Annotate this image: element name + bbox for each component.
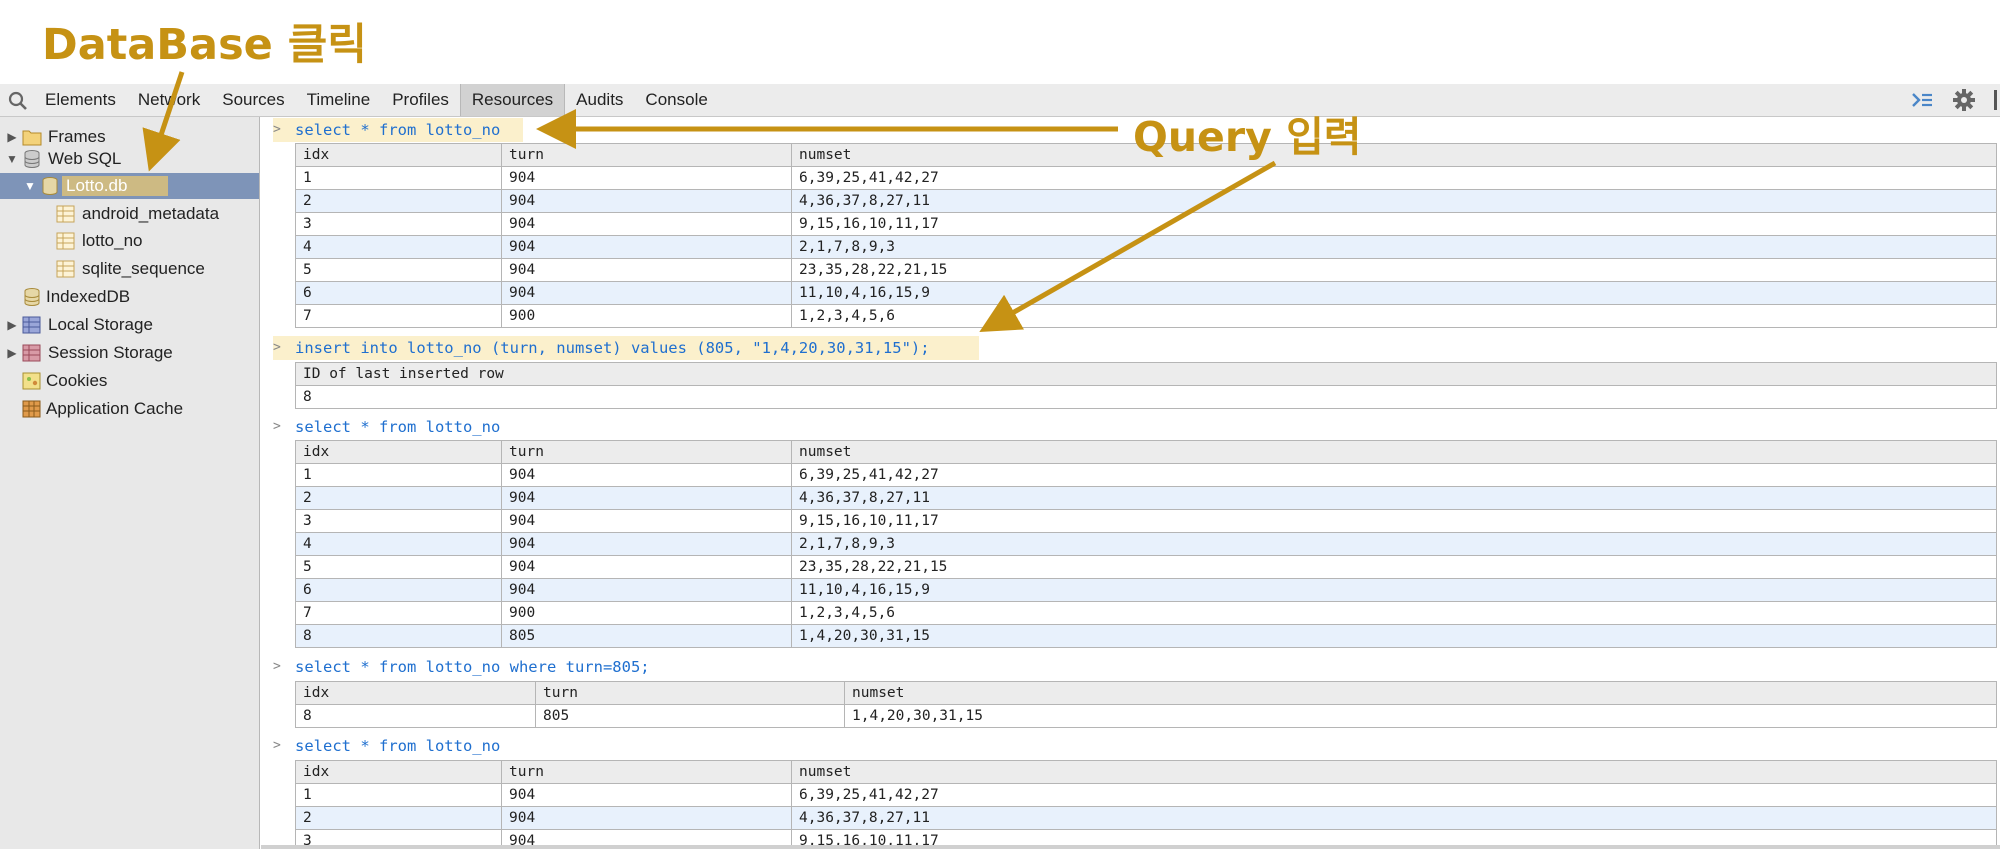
folder-icon [22, 130, 42, 146]
console-drawer-icon[interactable] [1910, 88, 1934, 112]
table-row: 2 904 4,36,37,8,27,11 [295, 806, 1997, 830]
tab-profiles[interactable]: Profiles [381, 84, 460, 116]
sidebar-item-application-cache[interactable]: Application Cache [0, 396, 259, 422]
table-row: 8 805 1,4,20,30,31,15 [295, 624, 1997, 648]
sidebar-item-cookies[interactable]: Cookies [0, 368, 259, 394]
tab-network[interactable]: Network [127, 84, 211, 116]
table-header-row: idx turn numset [295, 760, 1997, 784]
bottom-border [261, 845, 2000, 849]
table-row: 6 904 11,10,4,16,15,9 [295, 281, 1997, 305]
dock-icon[interactable] [1994, 90, 1997, 110]
storage-grid-icon [22, 344, 41, 362]
query-console[interactable]: > select * from lotto_no idx turn numset… [261, 117, 2000, 849]
table-row: 1 904 6,39,25,41,42,27 [295, 783, 1997, 807]
table-row: 7 900 1,2,3,4,5,6 [295, 304, 1997, 328]
cookie-icon [22, 372, 41, 390]
query-result-table: idx turn numset 1 904 6,39,25,41,42,27 2 90… [295, 760, 1997, 849]
collapse-triangle-icon[interactable]: ▼ [6, 146, 18, 172]
annotation-query-input: Query 입력 [1133, 113, 1362, 161]
prompt-chevron-icon: > [273, 419, 281, 434]
prompt-chevron-icon: > [273, 340, 281, 355]
app-cache-icon [22, 400, 41, 418]
expand-triangle-icon[interactable]: ▶ [6, 312, 18, 338]
table-row: 5 904 23,35,28,22,21,15 [295, 555, 1997, 579]
table-row: 8 805 1,4,20,30,31,15 [295, 704, 1997, 728]
query-result-table: idx turn numset 1 904 6,39,25,41,42,27 2 90… [295, 143, 1997, 328]
table-row: 7 900 1,2,3,4,5,6 [295, 601, 1997, 625]
table-row: 1 904 6,39,25,41,42,27 [295, 166, 1997, 190]
table-row: 4 904 2,1,7,8,9,3 [295, 532, 1997, 556]
table-row: 3 904 9,15,16,10,11,17 [295, 509, 1997, 533]
table-row: 5 904 23,35,28,22,21,15 [295, 258, 1997, 282]
sidebar-item-lotto-no[interactable]: lotto_no [0, 228, 259, 254]
tab-elements[interactable]: Elements [34, 84, 127, 116]
query-command: > select * from lotto_no [261, 415, 2000, 439]
expand-triangle-icon[interactable]: ▶ [6, 340, 18, 366]
table-header-row: idx turn numset [295, 681, 1997, 705]
table-row: 8 [295, 385, 1997, 409]
gear-icon[interactable] [1952, 88, 1976, 112]
table-row: 3 904 9,15,16,10,11,17 [295, 212, 1997, 236]
table-row: 2 904 4,36,37,8,27,11 [295, 189, 1997, 213]
query-command: > select * from lotto_no [261, 118, 2000, 142]
table-row: 2 904 4,36,37,8,27,11 [295, 486, 1997, 510]
table-icon [56, 205, 75, 223]
table-header-row: idx turn numset [295, 440, 1997, 464]
table-row: 1 904 6,39,25,41,42,27 [295, 463, 1997, 487]
sidebar-item-lotto-db[interactable]: ▼ Lotto.db [0, 173, 259, 199]
annotation-database-click: DataBase 클릭 [42, 20, 367, 70]
prompt-chevron-icon: > [273, 738, 281, 753]
panel-tabs: Elements Network Sources Timeline Profil… [34, 84, 719, 116]
sidebar-item-indexeddb[interactable]: IndexedDB [0, 284, 259, 310]
database-icon [42, 177, 58, 195]
storage-grid-icon [22, 316, 41, 334]
search-icon[interactable] [7, 90, 29, 112]
table-icon [56, 232, 75, 250]
table-icon [56, 260, 75, 278]
query-command: > insert into lotto_no (turn, numset) va… [261, 336, 2000, 360]
tab-sources[interactable]: Sources [211, 84, 295, 116]
collapse-triangle-icon[interactable]: ▼ [24, 173, 36, 199]
sidebar-item-sqlite-sequence[interactable]: sqlite_sequence [0, 256, 259, 282]
query-result-table: idx turn numset 1 904 6,39,25,41,42,27 2 90… [295, 440, 1997, 648]
table-header-row: ID of last inserted row [295, 362, 1997, 386]
table-row: 4 904 2,1,7,8,9,3 [295, 235, 1997, 259]
sidebar-item-local-storage[interactable]: ▶ Local Storage [0, 312, 259, 338]
sidebar-item-android-metadata[interactable]: android_metadata [0, 201, 259, 227]
query-command: > select * from lotto_no [261, 734, 2000, 758]
database-icon [24, 288, 40, 306]
sidebar-item-session-storage[interactable]: ▶ Session Storage [0, 340, 259, 366]
annotation-area: DataBase 클릭 [0, 0, 2000, 84]
query-command: > select * from lotto_no where turn=805; [261, 655, 2000, 679]
query-result-table: ID of last inserted row 8 [295, 362, 1997, 409]
query-result-table: idx turn numset 8 805 1,4,20,30,31,15 [295, 681, 1997, 728]
sidebar-item-web-sql[interactable]: ▼ Web SQL [0, 146, 259, 172]
database-icon [24, 150, 40, 168]
tab-resources[interactable]: Resources [459, 84, 566, 116]
tab-audits[interactable]: Audits [565, 84, 634, 116]
table-row: 6 904 11,10,4,16,15,9 [295, 578, 1997, 602]
resources-sidebar: ▶ Frames ▼ Web SQL ▼ Lotto.db android_me… [0, 117, 260, 849]
prompt-chevron-icon: > [273, 659, 281, 674]
tab-console[interactable]: Console [634, 84, 718, 116]
devtools-toolbar: Elements Network Sources Timeline Profil… [0, 84, 2000, 117]
prompt-chevron-icon: > [273, 122, 281, 137]
tab-timeline[interactable]: Timeline [296, 84, 382, 116]
